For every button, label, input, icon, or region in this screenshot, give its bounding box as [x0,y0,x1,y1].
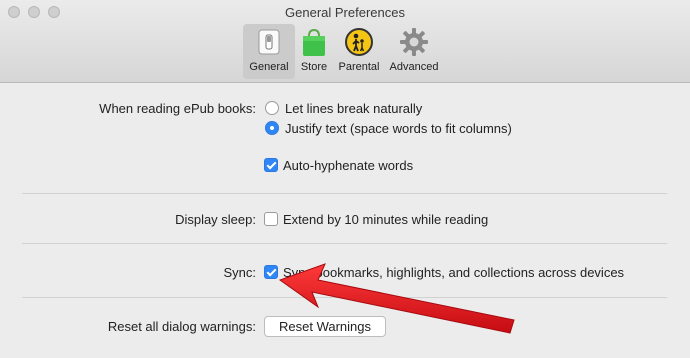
toggle-switch-icon [258,29,280,55]
epub-label: When reading ePub books: [99,101,256,116]
tab-general[interactable]: General [243,24,295,79]
reset-warnings-button[interactable]: Reset Warnings [264,316,386,337]
display-sleep-label: Display sleep: [175,212,256,227]
divider [22,193,667,194]
radio-justify-text[interactable] [265,121,279,135]
extend-sleep-label[interactable]: Extend by 10 minutes while reading [283,212,488,227]
option-justify-text-label[interactable]: Justify text (space words to fit columns… [285,121,512,136]
title-bar: General Preferences General Store Parent… [0,0,690,83]
tab-advanced-label: Advanced [389,61,439,73]
tab-parental-label: Parental [338,61,380,73]
sync-option-label[interactable]: Sync bookmarks, highlights, and collecti… [283,265,624,280]
radio-break-naturally[interactable] [265,101,279,115]
tab-store[interactable]: Store [296,24,332,79]
parental-controls-icon [345,28,373,56]
tab-advanced[interactable]: Advanced [385,24,443,79]
divider [22,297,667,298]
divider [22,243,667,244]
checkbox-extend-sleep[interactable] [264,212,278,226]
option-break-naturally-label[interactable]: Let lines break naturally [285,101,422,116]
reset-warnings-label: Reset all dialog warnings: [107,319,256,334]
tab-parental[interactable]: Parental [334,24,384,79]
checkbox-sync[interactable] [264,265,278,279]
sync-label: Sync: [223,265,256,280]
auto-hyphenate-label[interactable]: Auto-hyphenate words [283,158,413,173]
tab-store-label: Store [300,61,328,73]
preferences-window: General Preferences General Store Parent… [0,0,690,358]
shopping-bag-icon [303,28,325,56]
checkbox-auto-hyphenate[interactable] [264,158,278,172]
tab-general-label: General [249,61,289,73]
gear-icon [400,28,428,56]
window-title: General Preferences [285,5,405,20]
